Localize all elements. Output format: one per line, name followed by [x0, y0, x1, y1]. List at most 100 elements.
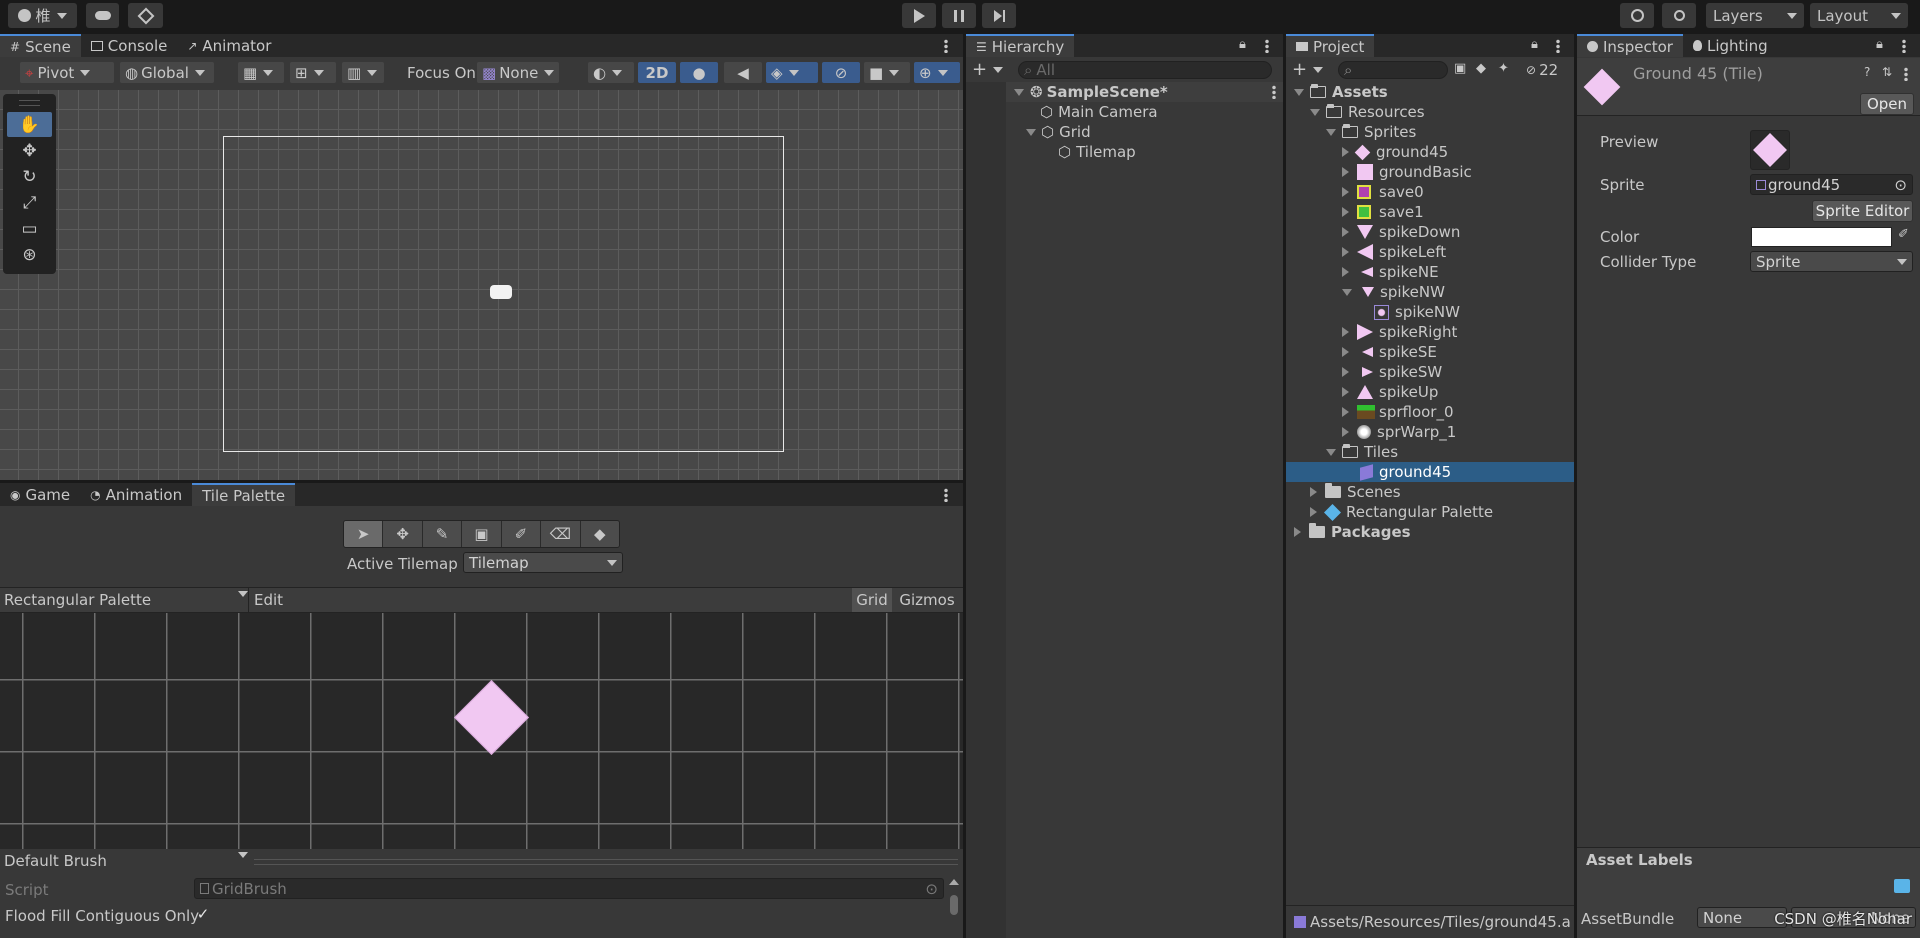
tab-animator[interactable]: ↗ Animator [177, 34, 281, 57]
hierarchy-item-tilemap[interactable]: ⬡ Tilemap [1058, 142, 1136, 162]
tab-project[interactable]: Project [1286, 34, 1375, 57]
scale-tool-icon[interactable]: ⤢ [7, 190, 52, 215]
project-item-save0[interactable]: save0 [1342, 182, 1424, 202]
color-swatch[interactable] [1751, 227, 1892, 247]
hidden-packages-toggle[interactable]: ⊘ 22 [1526, 61, 1558, 79]
project-item-save1[interactable]: save1 [1342, 202, 1424, 222]
project-create-button[interactable]: + [1292, 59, 1323, 80]
move-tool-icon[interactable]: ✥ [7, 138, 52, 163]
project-menu-icon[interactable] [1556, 39, 1560, 53]
fill-tool-icon[interactable]: ◆ [580, 521, 619, 547]
project-item-spikeup[interactable]: spikeUp [1342, 382, 1438, 402]
project-item-spikene[interactable]: spikeNE [1342, 262, 1439, 282]
search-by-label-icon[interactable]: ◆ [1476, 61, 1486, 76]
search-by-type-icon[interactable]: ▣ [1454, 61, 1466, 76]
play-button[interactable] [902, 3, 936, 28]
snap-grid-dropdown[interactable]: ▦ [238, 62, 284, 83]
scene-row[interactable]: ❂ SampleScene* [1006, 82, 1283, 102]
project-item-groundbasic[interactable]: groundBasic [1342, 162, 1472, 182]
hierarchy-search-input[interactable]: ⌕ All [1018, 61, 1272, 79]
rotate-tool-icon[interactable]: ↻ [7, 164, 52, 189]
account-dropdown[interactable]: 椎 [8, 3, 77, 28]
project-item-spikedown[interactable]: spikeDown [1342, 222, 1460, 242]
lock-icon[interactable]: 🔒︎ [1239, 37, 1246, 52]
pivot-dropdown[interactable]: ⌖ Pivot [20, 62, 114, 83]
mode-2d-toggle[interactable]: 2D [638, 62, 676, 83]
move-tile-tool-icon[interactable]: ✥ [383, 521, 423, 547]
increment-snap-dropdown[interactable]: ⊞ [290, 62, 336, 83]
project-item-sprwarp[interactable]: sprWarp_1 [1342, 422, 1456, 442]
step-button[interactable] [982, 3, 1016, 28]
hidden-objects-toggle[interactable]: ⊘ [822, 62, 860, 83]
lighting-toggle[interactable]: ● [680, 62, 718, 83]
inspector-menu-icon[interactable] [1902, 39, 1906, 53]
lock-icon[interactable]: 🔒︎ [1876, 37, 1883, 52]
eyedropper-icon[interactable]: ✐ [1898, 227, 1909, 242]
focus-dropdown[interactable]: ▩ None [477, 62, 559, 83]
scene-menu-icon[interactable] [944, 39, 948, 53]
transform-tool-icon[interactable]: ⊛ [7, 242, 52, 267]
collider-type-dropdown[interactable]: Sprite [1750, 251, 1913, 272]
project-item-packages[interactable]: Packages [1294, 522, 1411, 542]
edit-button[interactable]: Edit [248, 587, 288, 613]
create-button[interactable]: + [972, 59, 1003, 80]
tab-lighting[interactable]: Lighting [1683, 34, 1778, 57]
box-fill-tool-icon[interactable]: ▣ [462, 521, 502, 547]
search-button[interactable] [1662, 3, 1696, 28]
effects-dropdown[interactable]: ◈ [766, 62, 818, 83]
cloud-button[interactable] [86, 3, 119, 28]
brush-splitter[interactable] [254, 859, 958, 865]
sprite-field[interactable]: ground45 ⊙ [1750, 174, 1913, 195]
grid-visibility-dropdown[interactable]: ▥ [342, 62, 384, 83]
project-item-tiles[interactable]: Tiles [1326, 442, 1398, 462]
tab-inspector[interactable]: Inspector [1577, 34, 1683, 57]
select-tool-icon[interactable]: ➤ [344, 521, 384, 547]
project-item-ground45[interactable]: ground45 [1342, 142, 1448, 162]
presets-icon[interactable]: ⇅ [1882, 65, 1892, 79]
lock-icon[interactable]: 🔒︎ [1531, 37, 1538, 52]
grid-toggle[interactable]: Grid [852, 588, 892, 612]
project-item-assets[interactable]: Assets [1294, 82, 1388, 102]
hierarchy-menu-icon[interactable] [1265, 39, 1269, 53]
flood-fill-checkbox[interactable]: ✓ [195, 905, 211, 923]
palette-menu-icon[interactable] [944, 488, 948, 502]
gizmos-toggle[interactable]: Gizmos [895, 588, 959, 612]
tab-game[interactable]: ◉ Game [0, 483, 80, 506]
component-menu-icon[interactable] [1904, 67, 1908, 81]
tab-console[interactable]: Console [81, 34, 178, 57]
hand-tool-icon[interactable]: ✋ [7, 112, 52, 137]
open-button[interactable]: Open [1860, 93, 1914, 115]
project-item-ground45-tile[interactable]: ground45 [1286, 462, 1574, 482]
scene-menu-icon[interactable] [1272, 85, 1276, 99]
project-item-spikeleft[interactable]: spikeLeft [1342, 242, 1446, 262]
history-button[interactable] [1620, 3, 1654, 28]
tool-palette-handle[interactable] [19, 100, 40, 106]
project-search-input[interactable]: ⌕ [1338, 61, 1448, 79]
eraser-tool-icon[interactable]: ⌫ [541, 521, 581, 547]
tab-hierarchy[interactable]: ☰ Hierarchy [966, 34, 1075, 57]
hierarchy-item-main-camera[interactable]: ⬡ Main Camera [1040, 102, 1158, 122]
project-item-spikenw[interactable]: spikeNW [1342, 282, 1445, 302]
tab-scene[interactable]: # Scene [0, 34, 81, 57]
project-item-spikesw[interactable]: spikeSW [1342, 362, 1442, 382]
tag-icon[interactable] [1894, 879, 1910, 893]
help-icon[interactable]: ? [1864, 65, 1870, 79]
global-dropdown[interactable]: ◍ Global [120, 62, 214, 83]
tab-tile-palette[interactable]: Tile Palette [192, 483, 296, 506]
active-tilemap-dropdown[interactable]: Tilemap [463, 552, 623, 573]
paint-tool-icon[interactable]: ✎ [422, 521, 463, 547]
project-item-spikese[interactable]: spikeSE [1342, 342, 1437, 362]
preview-box[interactable] [1750, 130, 1790, 170]
pause-button[interactable] [942, 3, 976, 28]
picker-tool-icon[interactable]: ✐ [501, 521, 542, 547]
gizmos-dropdown[interactable]: ⊕ [914, 62, 960, 83]
project-item-scenes[interactable]: Scenes [1310, 482, 1401, 502]
project-item-sprfloor[interactable]: sprfloor_0 [1342, 402, 1454, 422]
hierarchy-item-grid[interactable]: ⬡ Grid [1026, 122, 1091, 142]
sprite-editor-button[interactable]: Sprite Editor [1812, 200, 1913, 222]
layers-dropdown[interactable]: Layers [1706, 3, 1804, 28]
project-item-spikeright[interactable]: spikeRight [1342, 322, 1457, 342]
tab-animation[interactable]: ◔ Animation [80, 483, 192, 506]
camera-gizmo-icon[interactable] [490, 285, 512, 299]
brush-dropdown[interactable]: Default Brush [4, 852, 248, 870]
